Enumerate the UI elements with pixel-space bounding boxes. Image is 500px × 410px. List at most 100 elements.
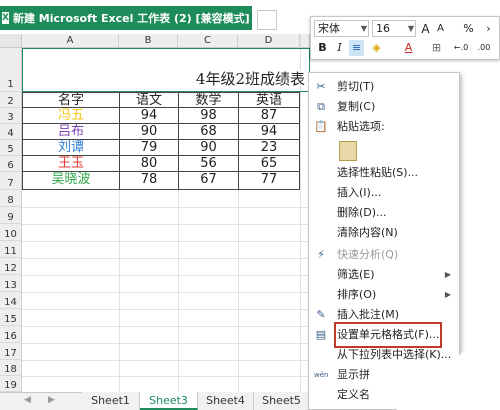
score-cell[interactable]: 94 xyxy=(119,108,178,124)
font-name-select[interactable]: 宋体 ▼ xyxy=(314,20,369,37)
header-cell-english[interactable]: 英语 xyxy=(238,92,300,108)
menu-item-label: 复制(C) xyxy=(337,100,376,113)
menu-item-quick-analysis[interactable]: ⚡ 快速分析(Q) xyxy=(309,245,459,265)
score-cell[interactable]: 65 xyxy=(238,156,300,172)
scroll-left-icon[interactable]: ◀ xyxy=(24,395,31,405)
sheet-tab-sheet5[interactable]: Sheet5 xyxy=(254,392,310,410)
row-header-1[interactable]: 1 xyxy=(0,48,22,92)
gridline xyxy=(22,241,342,242)
menu-item-label: 插入(I)... xyxy=(337,186,382,199)
document-tab[interactable]: X 新建 Microsoft Excel 工作表 (2) [兼容模式] * × xyxy=(0,6,252,30)
sheet-tab-sheet3[interactable]: Sheet3 xyxy=(140,392,198,410)
score-cell[interactable]: 98 xyxy=(178,108,238,124)
row-header-14[interactable]: 14 xyxy=(0,292,22,309)
italic-button[interactable]: I xyxy=(332,40,347,56)
header-cell-name[interactable]: 名字 xyxy=(22,92,119,108)
menu-item-label: 剪切(T) xyxy=(337,80,375,93)
column-header-c[interactable]: C xyxy=(178,34,238,48)
row-header-17[interactable]: 17 xyxy=(0,343,22,360)
score-cell[interactable]: 79 xyxy=(119,140,178,156)
decrease-decimal-button[interactable]: .00 xyxy=(474,40,494,56)
menu-item-delete[interactable]: 删除(D)... xyxy=(309,203,459,223)
menu-item-format-cells[interactable]: ▤ 设置单元格格式(F)... xyxy=(309,322,459,348)
name-cell[interactable]: 吕布 xyxy=(22,124,119,140)
row-header-11[interactable]: 11 xyxy=(0,241,22,258)
bold-button[interactable]: B xyxy=(315,40,330,56)
menu-item-sort[interactable]: 排序(O) ▶ xyxy=(309,285,459,305)
menu-item-paste-special[interactable]: 选择性粘贴(S)... xyxy=(309,163,459,183)
menu-item-paste-icon[interactable] xyxy=(309,137,459,163)
row-header-6[interactable]: 6 xyxy=(0,156,22,172)
row-header-8[interactable]: 8 xyxy=(0,190,22,207)
row-header-12[interactable]: 12 xyxy=(0,258,22,275)
row-header-3[interactable]: 3 xyxy=(0,108,22,124)
increase-decimal-button[interactable]: ←.0 xyxy=(449,40,473,56)
font-color-button[interactable]: A xyxy=(401,40,416,56)
select-all-corner[interactable] xyxy=(0,34,22,48)
column-header-a[interactable]: A xyxy=(22,34,119,48)
score-cell[interactable]: 80 xyxy=(119,156,178,172)
row-header-4[interactable]: 4 xyxy=(0,124,22,140)
scroll-right-icon[interactable]: ▶ xyxy=(48,395,55,405)
new-tab-button[interactable] xyxy=(257,10,277,30)
row-header-19[interactable]: 19 xyxy=(0,376,22,392)
row-header-5[interactable]: 5 xyxy=(0,140,22,156)
name-cell[interactable]: 刘谭 xyxy=(22,140,119,156)
score-cell[interactable]: 90 xyxy=(119,124,178,140)
gridline xyxy=(22,224,342,225)
row-header-15[interactable]: 15 xyxy=(0,309,22,326)
score-cell[interactable]: 77 xyxy=(238,172,300,190)
sheet-tab-sheet4[interactable]: Sheet4 xyxy=(198,392,254,410)
header-cell-chinese[interactable]: 语文 xyxy=(119,92,178,108)
row-header-13[interactable]: 13 xyxy=(0,275,22,292)
menu-item-clear-contents[interactable]: 清除内容(N) xyxy=(309,223,459,243)
name-cell[interactable]: 吴晓波 xyxy=(22,172,119,190)
row-header-18[interactable]: 18 xyxy=(0,360,22,376)
score-cell[interactable]: 87 xyxy=(238,108,300,124)
menu-item-insert-comment[interactable]: ✎ 插入批注(M) xyxy=(309,305,459,325)
menu-item-paste-options[interactable]: 📋 粘贴选项: xyxy=(309,117,459,137)
gridline xyxy=(22,376,342,377)
paste-options-icon: 📋 xyxy=(314,120,328,133)
menu-item-filter[interactable]: 筛选(E) ▶ xyxy=(309,265,459,285)
comma-style-button[interactable]: › xyxy=(481,21,496,37)
score-cell[interactable]: 56 xyxy=(178,156,238,172)
name-cell[interactable]: 王玉 xyxy=(22,156,119,172)
font-size-select[interactable]: 16 ▼ xyxy=(372,20,416,37)
font-size-value: 16 xyxy=(376,22,390,35)
gridline xyxy=(178,190,179,392)
row-header-16[interactable]: 16 xyxy=(0,326,22,343)
column-header-b[interactable]: B xyxy=(119,34,178,48)
header-cell-math[interactable]: 数学 xyxy=(178,92,238,108)
row-header-7[interactable]: 7 xyxy=(0,172,22,190)
row-header-10[interactable]: 10 xyxy=(0,224,22,241)
paste-clipboard-icon[interactable] xyxy=(339,141,357,161)
align-center-button[interactable]: ≡ xyxy=(349,40,364,56)
column-header-e[interactable] xyxy=(300,34,310,48)
document-title: 新建 Microsoft Excel 工作表 (2) [兼容模式] * xyxy=(12,12,252,25)
menu-item-pick-from-dropdown[interactable]: 从下拉列表中选择(K)... xyxy=(309,345,459,365)
menu-item-copy[interactable]: ⧉ 复制(C) xyxy=(309,97,459,117)
sheet-title-cell[interactable]: 4年级2班成绩表 xyxy=(22,48,310,92)
grow-font-button[interactable]: A xyxy=(418,21,433,37)
score-cell[interactable]: 78 xyxy=(119,172,178,190)
shrink-font-button[interactable]: A xyxy=(433,21,448,37)
menu-item-insert[interactable]: 插入(I)... xyxy=(309,183,459,203)
copy-icon: ⧉ xyxy=(317,100,325,113)
row-header-9[interactable]: 9 xyxy=(0,207,22,224)
column-header-d[interactable]: D xyxy=(238,34,300,48)
score-cell[interactable]: 94 xyxy=(238,124,300,140)
score-cell[interactable]: 68 xyxy=(178,124,238,140)
score-cell[interactable]: 67 xyxy=(178,172,238,190)
borders-button[interactable]: ⊞ xyxy=(429,40,444,56)
percent-style-button[interactable]: % xyxy=(461,21,476,37)
fill-color-button[interactable]: ◈ xyxy=(369,40,384,56)
row-header-2[interactable]: 2 xyxy=(0,92,22,108)
sheet-tab-sheet1[interactable]: Sheet1 xyxy=(82,392,140,410)
gridline xyxy=(22,360,342,361)
score-cell[interactable]: 90 xyxy=(178,140,238,156)
name-cell[interactable]: 冯五 xyxy=(22,108,119,124)
score-cell[interactable]: 23 xyxy=(238,140,300,156)
menu-item-label: 清除内容(N) xyxy=(337,226,398,239)
menu-item-cut[interactable]: ✂ 剪切(T) xyxy=(309,77,459,97)
